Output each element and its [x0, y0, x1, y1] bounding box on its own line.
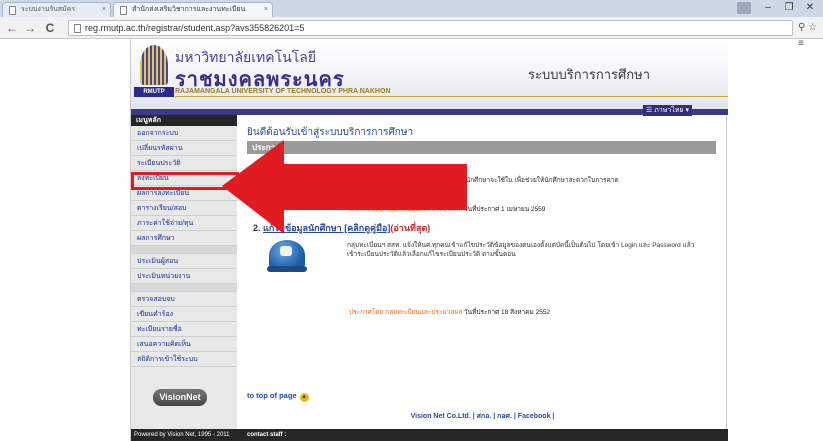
- news2-author: ประกาศโดย กลุ่มทะเบียนและประมวลผล: [349, 309, 463, 316]
- banner-divider: [175, 96, 728, 97]
- helmet-icon: [267, 236, 307, 276]
- sidebar-item-feedback[interactable]: เสนอความคิดเห็น: [131, 337, 237, 352]
- close-tab-icon[interactable]: ×: [264, 3, 268, 17]
- back-button[interactable]: ←: [5, 20, 19, 36]
- sidebar-item-petition[interactable]: เขียนคำร้อง: [131, 307, 237, 322]
- sidebar-item-evaluate-unit[interactable]: ประเมินหน่วยงาน: [131, 269, 237, 284]
- arrow-shape: [222, 140, 467, 234]
- forward-button[interactable]: →: [23, 20, 37, 36]
- toolbar-icons[interactable]: ⚲ ☆ ≡: [798, 20, 823, 52]
- university-name-en: RAJAMANGALA UNIVERSITY OF TECHNOLOGY PHR…: [175, 88, 391, 95]
- to-top-label: to top of page: [247, 391, 297, 400]
- minimize-button[interactable]: –: [760, 1, 776, 15]
- sidebar-item-name-list[interactable]: ทะเบียนรายชื่อ: [131, 322, 237, 337]
- helmet-brim: [267, 266, 307, 272]
- sidebar-footer: Powered by Vision Net, 1995 - 2011: [131, 429, 237, 441]
- close-tab-icon[interactable]: ×: [102, 3, 106, 17]
- sidebar-separator: [131, 284, 237, 292]
- close-window-button[interactable]: ✕: [802, 1, 818, 15]
- address-bar[interactable]: reg.rmutp.ac.th/registrar/student.asp?av…: [68, 20, 793, 36]
- system-title: ระบบบริการการศึกษา: [528, 67, 651, 82]
- visionnet-logo[interactable]: VisionNet: [153, 389, 207, 406]
- profile-icon[interactable]: [737, 2, 751, 14]
- news1-date: วันที่ประกาศ 1 เมษายน 2559: [464, 206, 546, 213]
- url-text[interactable]: reg.rmutp.ac.th/registrar/student.asp?av…: [85, 21, 304, 35]
- page-icon: [120, 6, 127, 15]
- arrow-up-icon: ▲: [299, 393, 309, 402]
- page-icon: [74, 24, 81, 33]
- sidebar-separator: [131, 246, 237, 254]
- sidebar-heading: เมนูหลัก: [131, 115, 237, 126]
- contact-label: contact staff :: [247, 432, 287, 438]
- news2-date: วันที่ประกาศ 18 สิงหาคม 2552: [464, 309, 551, 316]
- page-icon: [9, 6, 16, 15]
- sidebar-item-graduation-check[interactable]: ตรวจสอบจบ: [131, 292, 237, 307]
- logo-tag: RMUTP: [134, 87, 174, 97]
- footer-links[interactable]: Vision Net Co.Ltd. | สกอ. | กอศ. | Faceb…: [237, 411, 728, 422]
- red-arrow-annotation: [222, 140, 467, 234]
- helmet-lamp: [280, 246, 292, 256]
- university-logo[interactable]: RMUTP: [134, 43, 174, 105]
- tab-title: ระบบงานรับสมัคร: [21, 6, 76, 13]
- reload-button[interactable]: C: [43, 20, 57, 36]
- browser-tab-strip: ระบบงานรับสมัคร × สำนักส่งเสริมวิชาการแล…: [0, 0, 823, 17]
- tab-title: สำนักส่งเสริมวิชาการและงานทะเบียน: [132, 6, 246, 13]
- maximize-button[interactable]: ❐: [781, 1, 797, 15]
- to-top-link[interactable]: to top of page ▲: [247, 391, 309, 402]
- content-footer: contact staff :: [237, 429, 728, 441]
- sidebar-item-evaluate-teacher[interactable]: ประเมินผู้สอน: [131, 254, 237, 269]
- browser-toolbar: ← → C reg.rmutp.ac.th/registrar/student.…: [0, 17, 823, 49]
- web-page: RMUTP มหาวิทยาลัยเทคโนโลยี ราชมงคลพระนคร…: [130, 39, 728, 441]
- browser-tab-2[interactable]: สำนักส่งเสริมวิชาการและงานทะเบียน ×: [113, 2, 273, 17]
- news2-text: กลุ่มทะเบียนฯ สสท. แจ้งให้นศ.ทุกคนเข้าแก…: [347, 242, 695, 258]
- sidebar-item-usage-stats[interactable]: สถิติการเข้าใช้ระบบ: [131, 352, 237, 367]
- news2-meta: ประกาศโดย กลุ่มทะเบียนและประมวลผล วันที่…: [349, 307, 550, 317]
- browser-tab-1[interactable]: ระบบงานรับสมัคร ×: [2, 2, 111, 17]
- logo-emblem-icon: [140, 45, 168, 85]
- site-banner: RMUTP มหาวิทยาลัยเทคโนโลยี ราชมงคลพระนคร…: [131, 39, 728, 109]
